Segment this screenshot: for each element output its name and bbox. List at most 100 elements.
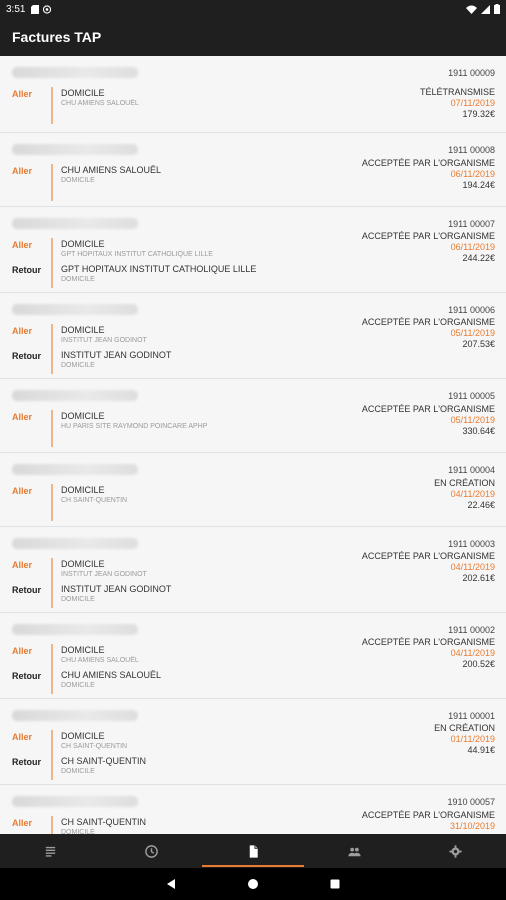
invoice-row[interactable]: 1910 00057 Aller CH SAINT-QUENTIN DOMICILE A… xyxy=(0,785,506,834)
invoice-status: ACCEPTÉE PAR L'ORGANISME xyxy=(361,404,495,414)
trip-place: DOMICILE xyxy=(61,559,105,569)
trip-place: DOMICILE xyxy=(61,485,105,495)
trip-destination: DOMICILE xyxy=(61,682,95,689)
trip-place: INSTITUT JEAN GODINOT xyxy=(61,350,172,360)
invoice-row[interactable]: 1911 00006 Aller DOMICILE INSTITUT JEAN GOD… xyxy=(0,293,506,379)
invoice-status: ACCEPTÉE PAR L'ORGANISME xyxy=(361,810,495,820)
home-icon[interactable] xyxy=(247,878,259,890)
invoice-date: 05/11/2019 xyxy=(450,415,495,425)
invoice-amount: 194.24€ xyxy=(462,180,495,190)
nav-tab-patients-people[interactable] xyxy=(304,834,405,868)
invoice-row[interactable]: 1911 00007 Aller DOMICILE GPT HOPITAUX INST… xyxy=(0,207,506,293)
system-navigation-bar xyxy=(0,868,506,900)
invoice-status: ACCEPTÉE PAR L'ORGANISME xyxy=(361,317,495,327)
invoice-amount: 330.64€ xyxy=(462,426,495,436)
leg-label-aller: Aller xyxy=(12,166,33,176)
trip-destination: DOMICILE xyxy=(61,596,95,603)
invoice-amount: 207.53€ xyxy=(462,339,495,349)
sd-card-icon xyxy=(31,4,40,14)
invoice-date: 05/11/2019 xyxy=(450,328,495,338)
trip-place: CH SAINT-QUENTIN xyxy=(61,817,147,827)
invoice-summary: ACCEPTÉE PAR L'ORGANISME 05/11/2019 207.53… xyxy=(362,317,495,349)
trip-destination: DOMICILE xyxy=(61,768,95,775)
recents-icon[interactable] xyxy=(329,878,341,890)
invoice-number: 1911 00001 xyxy=(448,711,495,721)
patient-name-blurred xyxy=(12,144,138,155)
invoice-row[interactable]: 1911 00001 Aller DOMICILE CH SAINT-QUENTIN R… xyxy=(0,699,506,785)
invoice-summary: ACCEPTÉE PAR L'ORGANISME 06/11/2019 244.22… xyxy=(362,231,495,263)
trip-destination: CH SAINT-QUENTIN xyxy=(61,743,128,750)
trip-place: INSTITUT JEAN GODINOT xyxy=(61,584,172,594)
notification-icon xyxy=(43,4,52,14)
invoice-row[interactable]: 1911 00004 Aller DOMICILE CH SAINT-QUENTIN E… xyxy=(0,453,506,527)
leg-label-aller: Aller xyxy=(12,89,33,99)
trip-destination: INSTITUT JEAN GODINOT xyxy=(61,571,147,578)
trip-destination: CH SAINT-QUENTIN xyxy=(61,497,128,504)
trip-destination: HU PARIS SITE RAYMOND POINCARE APHP xyxy=(61,423,208,430)
trip-place: DOMICILE xyxy=(61,731,105,741)
invoice-list[interactable]: 1911 00009 Aller DOMICILE CHU AMIENS SALOUË… xyxy=(0,56,506,834)
leg-label-retour: Retour xyxy=(12,265,41,275)
patient-name-blurred xyxy=(12,304,138,315)
list-icon xyxy=(45,846,56,857)
patient-name-blurred xyxy=(12,710,138,721)
invoice-status: EN CRÉATION xyxy=(434,478,495,488)
invoice-date: 04/11/2019 xyxy=(450,648,495,658)
signal-icon xyxy=(481,4,490,14)
nav-tab-list[interactable] xyxy=(0,834,101,868)
patient-name-blurred xyxy=(12,390,138,401)
status-right xyxy=(466,4,500,14)
invoice-amount: 22.46€ xyxy=(467,500,495,510)
invoice-date: 04/11/2019 xyxy=(450,489,495,499)
page-title: Factures TAP xyxy=(12,29,102,45)
trip-place: DOMICILE xyxy=(61,239,105,249)
invoice-row[interactable]: 1911 00005 Aller DOMICILE HU PARIS SITE RAY… xyxy=(0,379,506,453)
invoice-number: 1911 00008 xyxy=(448,145,495,155)
leg-label-aller: Aller xyxy=(12,818,33,828)
invoice-number: 1910 00057 xyxy=(447,797,495,807)
trip-destination: GPT HOPITAUX INSTITUT CATHOLIQUE LILLE xyxy=(61,251,213,258)
trip-destination: DOMICILE xyxy=(61,177,95,184)
trip-place: CHU AMIENS SALOUËL xyxy=(61,165,162,175)
leg-label-aller: Aller xyxy=(12,560,33,570)
invoice-number: 1911 00005 xyxy=(448,391,495,401)
invoice-amount: 202.61€ xyxy=(462,573,495,583)
battery-icon xyxy=(494,4,500,14)
status-bar: 3:51 xyxy=(0,0,506,18)
leg-label-aller: Aller xyxy=(12,646,33,656)
trip-accent-bar xyxy=(51,730,53,780)
nav-tab-history-clock[interactable] xyxy=(101,834,202,868)
trip-accent-bar xyxy=(51,87,53,124)
wifi-icon xyxy=(466,5,477,14)
invoice-date: 06/11/2019 xyxy=(450,169,495,179)
invoice-status: ACCEPTÉE PAR L'ORGANISME xyxy=(361,158,495,168)
invoice-summary: ACCEPTÉE PAR L'ORGANISME 04/11/2019 202.61… xyxy=(362,551,495,583)
trip-accent-bar xyxy=(51,164,53,201)
invoice-summary: ACCEPTÉE PAR L'ORGANISME 04/11/2019 200.52… xyxy=(362,637,495,669)
history-clock-icon xyxy=(145,844,159,858)
trip-accent-bar xyxy=(51,644,53,694)
invoice-date: 04/11/2019 xyxy=(450,562,495,572)
patient-name-blurred xyxy=(12,624,138,635)
status-time: 3:51 xyxy=(6,3,26,15)
invoice-amount: 179.32€ xyxy=(462,109,495,119)
leg-label-retour: Retour xyxy=(12,585,41,595)
invoice-row[interactable]: 1911 00003 Aller DOMICILE INSTITUT JEAN GOD… xyxy=(0,527,506,613)
invoice-date: 06/11/2019 xyxy=(450,242,495,252)
nav-tab-invoice-document[interactable] xyxy=(202,834,304,868)
patient-name-blurred xyxy=(12,67,138,78)
nav-tab-settings-gear[interactable] xyxy=(405,834,506,868)
patient-name-blurred xyxy=(12,796,138,807)
invoice-row[interactable]: 1911 00002 Aller DOMICILE CHU AMIENS SALOUË… xyxy=(0,613,506,699)
leg-label-retour: Retour xyxy=(12,671,41,681)
invoice-amount: 44.91€ xyxy=(467,745,495,755)
trip-destination: INSTITUT JEAN GODINOT xyxy=(61,337,147,344)
invoice-amount: 200.52€ xyxy=(462,659,495,669)
trip-place: DOMICILE xyxy=(61,325,105,335)
invoice-summary: ACCEPTÉE PAR L'ORGANISME 31/10/2019 xyxy=(362,810,495,832)
back-icon[interactable] xyxy=(165,878,177,890)
trip-accent-bar xyxy=(51,238,53,288)
invoice-row[interactable]: 1911 00008 Aller CHU AMIENS SALOUËL DOMICIL… xyxy=(0,133,506,207)
trip-place: DOMICILE xyxy=(61,411,105,421)
invoice-row[interactable]: 1911 00009 Aller DOMICILE CHU AMIENS SALOUË… xyxy=(0,56,506,133)
